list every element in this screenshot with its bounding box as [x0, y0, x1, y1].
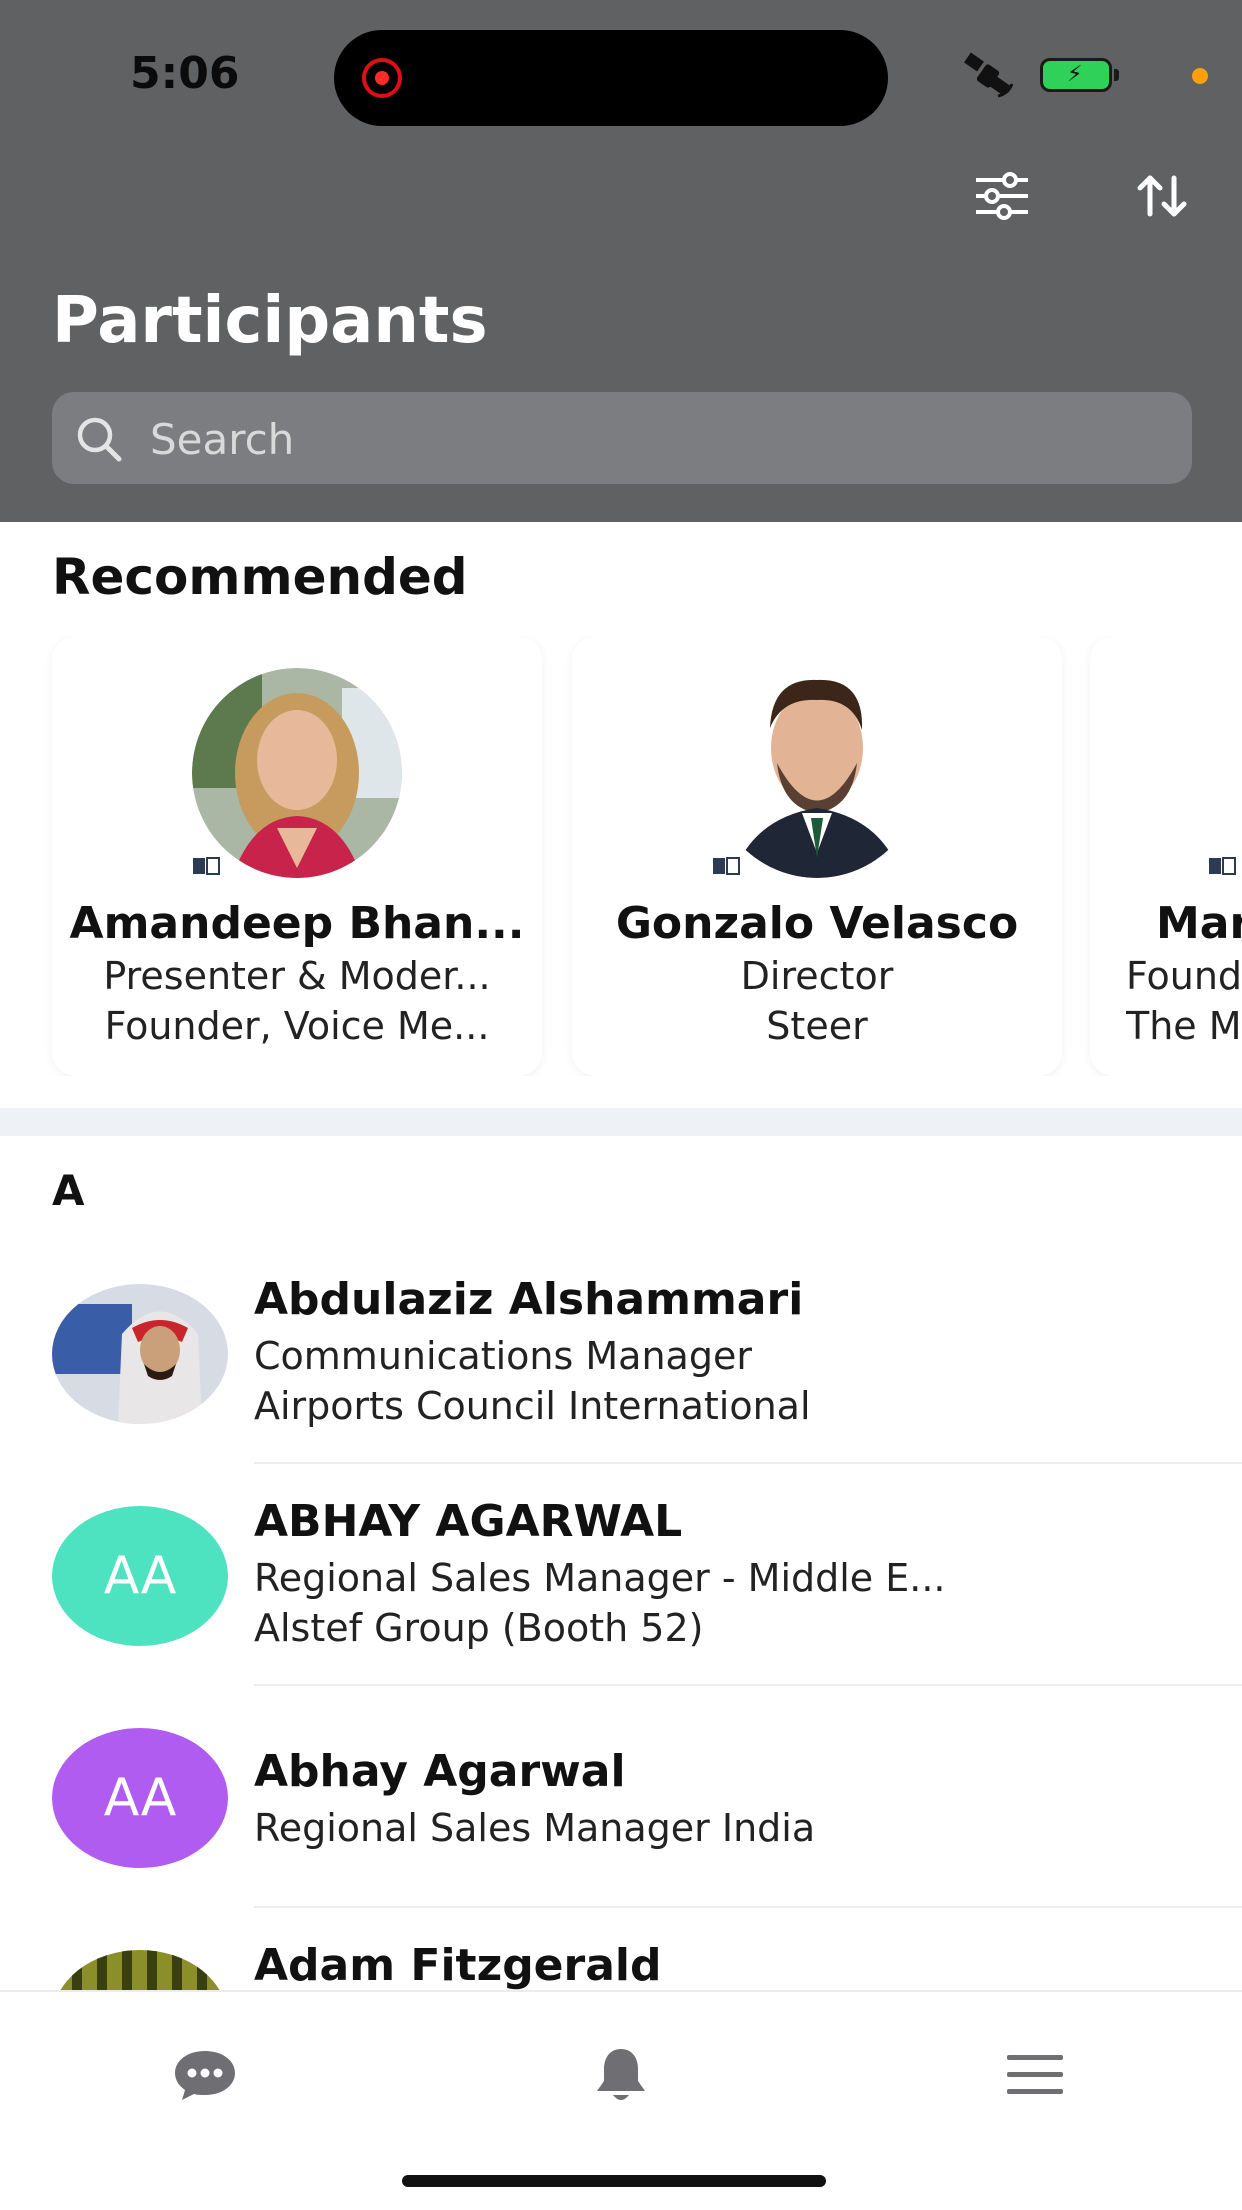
participant-row[interactable]: Abdulaziz Alshammari Communications Mana…	[0, 1262, 1242, 1484]
avatar	[52, 1284, 228, 1424]
participant-row[interactable]: AA ABHAY AGARWAL Regional Sales Manager …	[0, 1484, 1242, 1706]
recommended-carousel[interactable]: Amandeep Bhan... Presenter & Moder... Fo…	[0, 636, 1242, 1076]
participant-name: Abhay Agarwal	[254, 1746, 626, 1797]
participant-row[interactable]: AA Abhay Agarwal Regional Sales Manager …	[0, 1706, 1242, 1928]
avatar	[692, 668, 942, 888]
home-indicator	[402, 2175, 826, 2187]
menu-icon	[1007, 2055, 1063, 2094]
participant-company: Alstef Group (Booth 52)	[254, 1606, 704, 1650]
card-company: Founder, Voice Me...	[104, 1004, 490, 1048]
satellite-icon	[964, 52, 1014, 98]
dynamic-island	[334, 30, 888, 126]
search-bar[interactable]	[52, 392, 1192, 486]
participant-company: Airports Council International	[254, 1384, 811, 1428]
recommended-card[interactable]: Mar Found The M	[1090, 636, 1242, 1076]
row-divider	[254, 1684, 1242, 1686]
battery-charging-icon: ⚡	[1040, 58, 1119, 92]
avatar-photo	[52, 1950, 228, 1990]
card-title: Found	[1126, 954, 1242, 998]
status-time: 5:06	[130, 48, 240, 99]
avatar-photo	[192, 668, 402, 878]
tab-notifications[interactable]	[576, 2030, 666, 2120]
avatar-photo	[712, 668, 922, 878]
card-name: Gonzalo Velasco	[615, 898, 1019, 949]
row-divider	[254, 1462, 1242, 1464]
recommended-title: Recommended	[52, 548, 468, 606]
participant-title: Regional Sales Manager - Middle E...	[254, 1556, 946, 1600]
sort-arrows-icon	[1137, 175, 1187, 217]
card-title: Director	[740, 954, 894, 998]
participant-title: Communications Manager	[254, 1334, 752, 1378]
avatar-photo	[52, 1284, 228, 1424]
avatar-initials: AA	[52, 1728, 228, 1868]
participant-name: ABHAY AGARWAL	[254, 1496, 683, 1547]
recommended-card[interactable]: Gonzalo Velasco Director Steer	[572, 636, 1062, 1076]
avatar	[52, 1950, 228, 1990]
card-name: Amandeep Bhan...	[69, 898, 525, 949]
avatar	[172, 668, 422, 888]
card-company: The M	[1126, 1004, 1242, 1048]
filter-button[interactable]	[970, 164, 1034, 228]
speaker-badge-icon	[1200, 844, 1242, 888]
participant-name: Abdulaziz Alshammari	[254, 1274, 804, 1325]
participant-name: Adam Fitzgerald	[254, 1940, 662, 1990]
recommended-card[interactable]: Amandeep Bhan... Presenter & Moder... Fo…	[52, 636, 542, 1076]
privacy-dot	[1192, 68, 1208, 84]
avatar-initials: AA	[52, 1506, 228, 1646]
chat-icon	[175, 2051, 235, 2100]
speaker-badge-icon	[704, 844, 748, 888]
sort-button[interactable]	[1130, 164, 1194, 228]
row-divider	[254, 1906, 1242, 1908]
participant-title: Regional Sales Manager India	[254, 1806, 816, 1850]
tab-chat[interactable]	[160, 2030, 250, 2120]
bell-icon	[597, 2049, 645, 2100]
page-title: Participants	[52, 284, 488, 358]
tab-menu[interactable]	[990, 2030, 1080, 2120]
card-title: Presenter & Moder...	[103, 954, 491, 998]
search-input[interactable]	[148, 392, 1152, 486]
card-name: Mar	[1156, 898, 1242, 949]
section-letter: A	[52, 1166, 85, 1215]
recording-icon	[362, 58, 402, 98]
participant-row[interactable]: Adam Fitzgerald	[0, 1928, 1242, 1990]
card-company: Steer	[766, 1004, 868, 1048]
header: 5:06 ⚡ Participants Search	[0, 0, 1242, 522]
sliders-icon	[976, 172, 1028, 220]
speaker-badge-icon	[184, 844, 228, 888]
section-divider	[0, 1108, 1242, 1136]
search-icon	[77, 417, 122, 462]
